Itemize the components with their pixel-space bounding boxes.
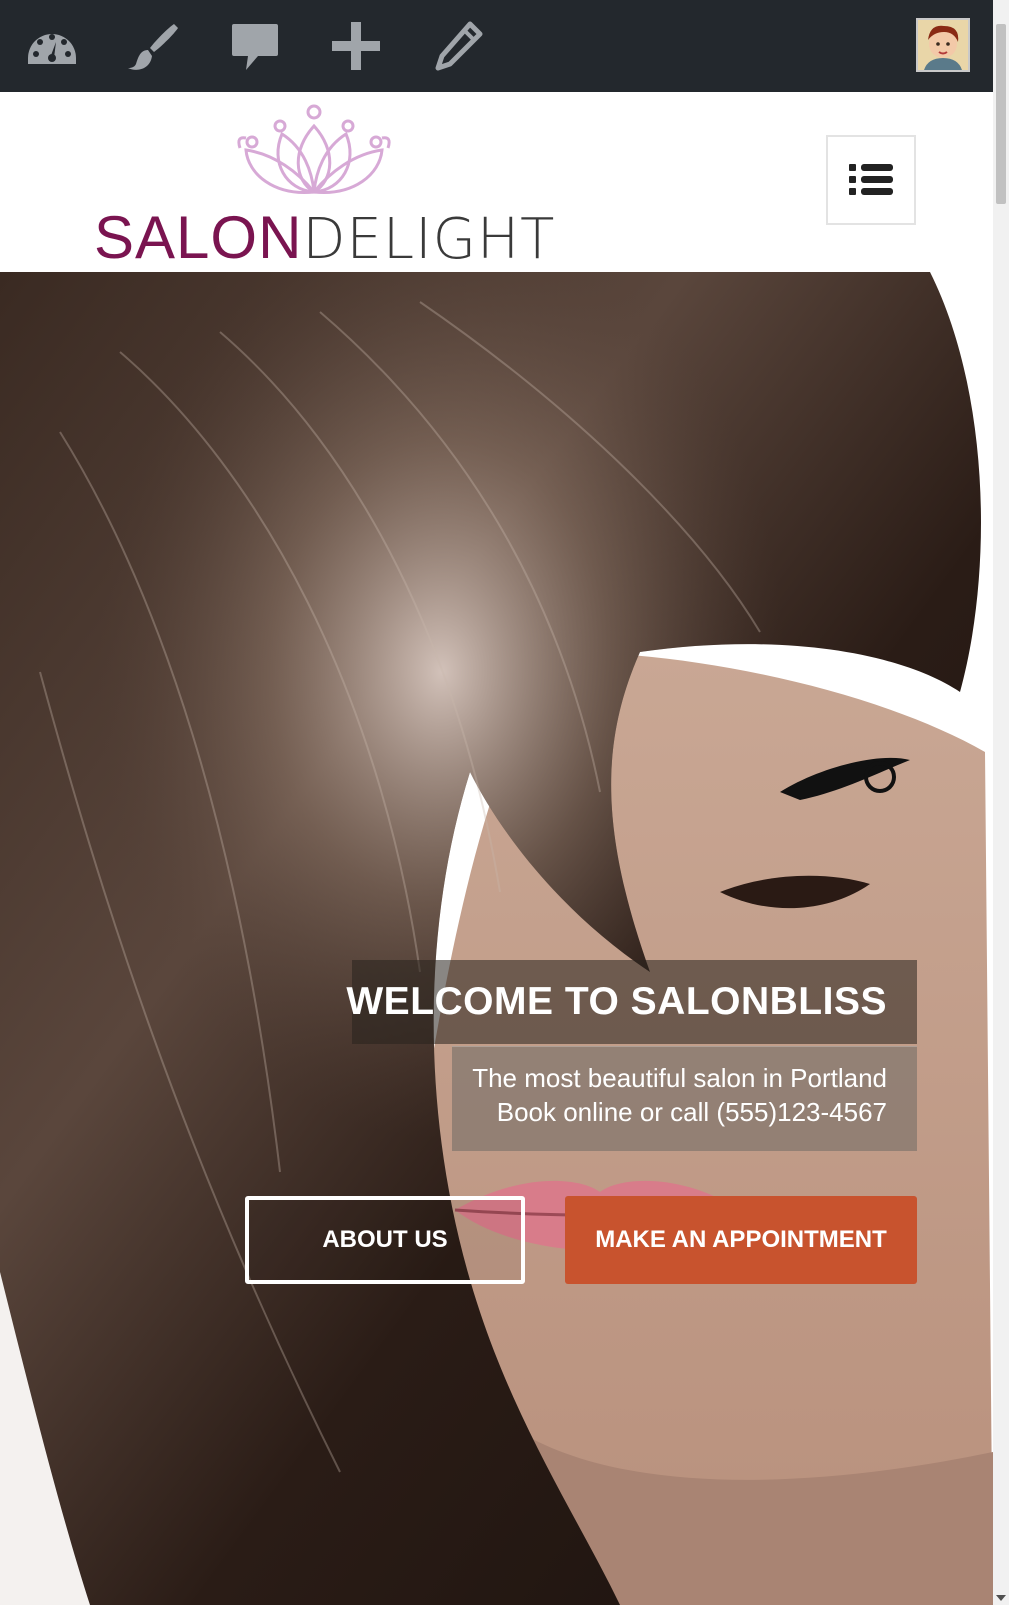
logo-word-salon: SALON bbox=[94, 204, 303, 271]
about-us-button[interactable]: ABOUT US bbox=[245, 1196, 525, 1284]
new-plus-icon[interactable] bbox=[326, 16, 386, 76]
menu-list-icon bbox=[849, 164, 893, 195]
subtitle-banner: The most beautiful salon in Portland Boo… bbox=[452, 1046, 917, 1151]
hero-subtitle-line1: The most beautiful salon in Portland bbox=[472, 1063, 887, 1093]
hero-photo bbox=[0, 272, 993, 1605]
site-header: SALONDELIGHT bbox=[0, 92, 993, 272]
logo-word-delight: DELIGHT bbox=[302, 207, 556, 272]
page: SALONDELIGHT WELCOME TO SALONBLISS The m… bbox=[0, 0, 993, 1605]
welcome-banner: WELCOME TO SALONBLISS bbox=[346, 960, 917, 1044]
comments-icon[interactable] bbox=[224, 16, 284, 76]
hero-subtitle-line2: Book online or call (555)123-4567 bbox=[496, 1097, 887, 1127]
edit-pencil-icon[interactable] bbox=[428, 16, 488, 76]
make-appointment-button[interactable]: MAKE AN APPOINTMENT bbox=[565, 1196, 917, 1284]
admin-toolbar bbox=[0, 0, 993, 92]
dashboard-icon[interactable] bbox=[22, 16, 82, 76]
logo-text: SALONDELIGHT bbox=[94, 208, 555, 268]
scrollbar-thumb[interactable] bbox=[996, 24, 1006, 204]
menu-toggle-button[interactable] bbox=[826, 135, 916, 225]
page-scrollbar[interactable] bbox=[993, 0, 1009, 1605]
customize-brush-icon[interactable] bbox=[122, 16, 182, 76]
scroll-down-arrow-icon[interactable] bbox=[996, 1595, 1006, 1601]
hero-section: WELCOME TO SALONBLISS The most beautiful… bbox=[0, 272, 993, 1605]
avatar[interactable] bbox=[916, 18, 970, 72]
lotus-flower-icon bbox=[237, 104, 391, 194]
site-logo[interactable]: SALONDELIGHT bbox=[94, 100, 564, 268]
hero-title: WELCOME TO SALONBLISS bbox=[346, 980, 887, 1023]
